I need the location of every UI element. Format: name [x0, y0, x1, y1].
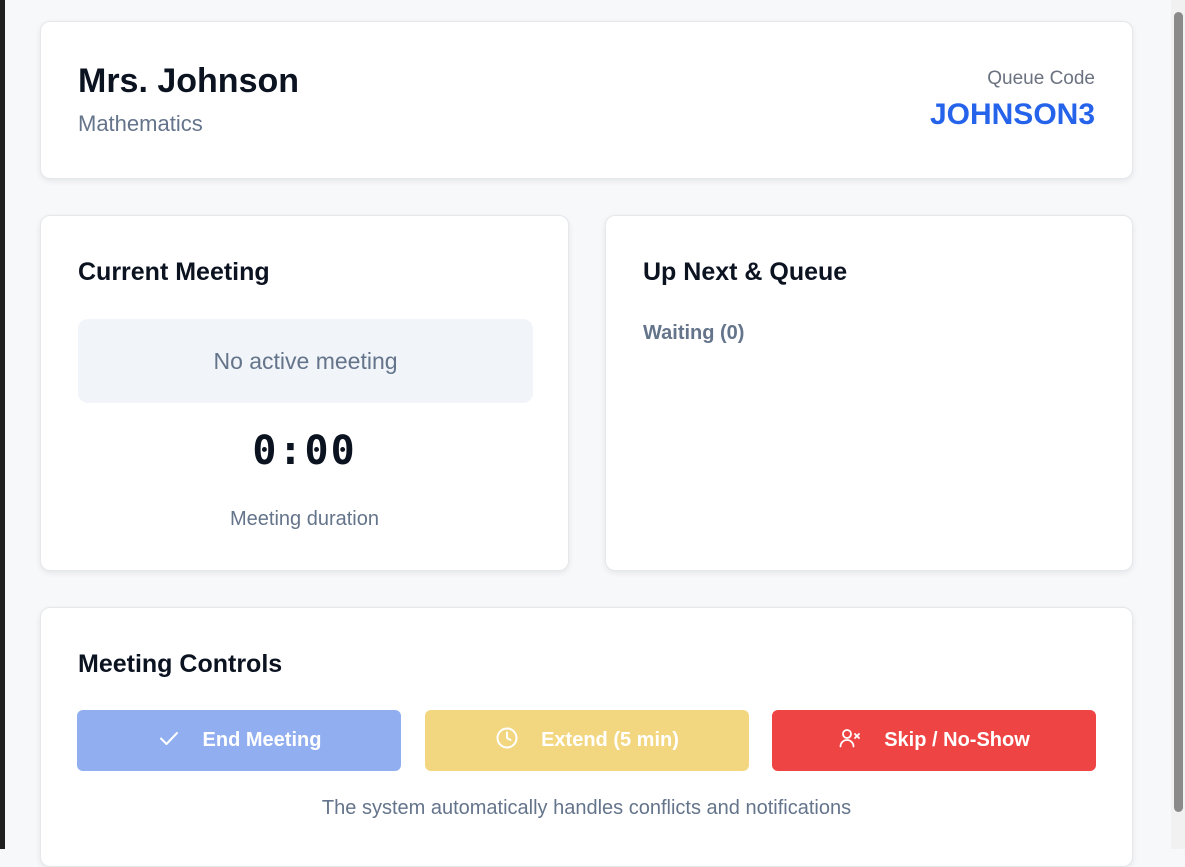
clock-icon	[495, 726, 519, 756]
current-meeting-card: Current Meeting No active meeting 0:00 M…	[40, 215, 569, 571]
end-meeting-button[interactable]: End Meeting	[77, 710, 401, 771]
waiting-count-label: Waiting (0)	[643, 322, 745, 344]
window-left-edge	[0, 0, 5, 849]
check-icon	[157, 726, 181, 756]
queue-code-label: Queue Code	[987, 68, 1095, 89]
teacher-header-card: Mrs. Johnson Mathematics Queue Code JOHN…	[40, 21, 1133, 179]
teacher-name: Mrs. Johnson	[78, 62, 300, 100]
system-note: The system automatically handles conflic…	[321, 797, 852, 819]
extend-meeting-label: Extend (5 min)	[541, 729, 679, 751]
meeting-duration-label: Meeting duration	[230, 508, 379, 530]
user-x-icon	[838, 726, 862, 756]
meeting-status-box: No active meeting	[78, 319, 533, 403]
meeting-status-text: No active meeting	[213, 347, 398, 374]
queue-card: Up Next & Queue Waiting (0)	[605, 215, 1133, 571]
scrollbar-thumb[interactable]	[1174, 12, 1183, 812]
end-meeting-label: End Meeting	[202, 729, 322, 751]
queue-title: Up Next & Queue	[643, 258, 848, 286]
queue-code-value: JOHNSON3	[929, 98, 1095, 131]
meeting-timer: 0:00	[252, 428, 357, 474]
skip-no-show-button[interactable]: Skip / No-Show	[772, 710, 1096, 771]
skip-no-show-label: Skip / No-Show	[884, 729, 1030, 751]
teacher-subject: Mathematics	[78, 111, 203, 136]
meeting-controls-title: Meeting Controls	[78, 650, 283, 678]
current-meeting-title: Current Meeting	[78, 258, 270, 286]
extend-meeting-button[interactable]: Extend (5 min)	[425, 710, 749, 771]
meeting-controls-card: Meeting Controls End Meeting Extend (5 m…	[40, 607, 1133, 867]
